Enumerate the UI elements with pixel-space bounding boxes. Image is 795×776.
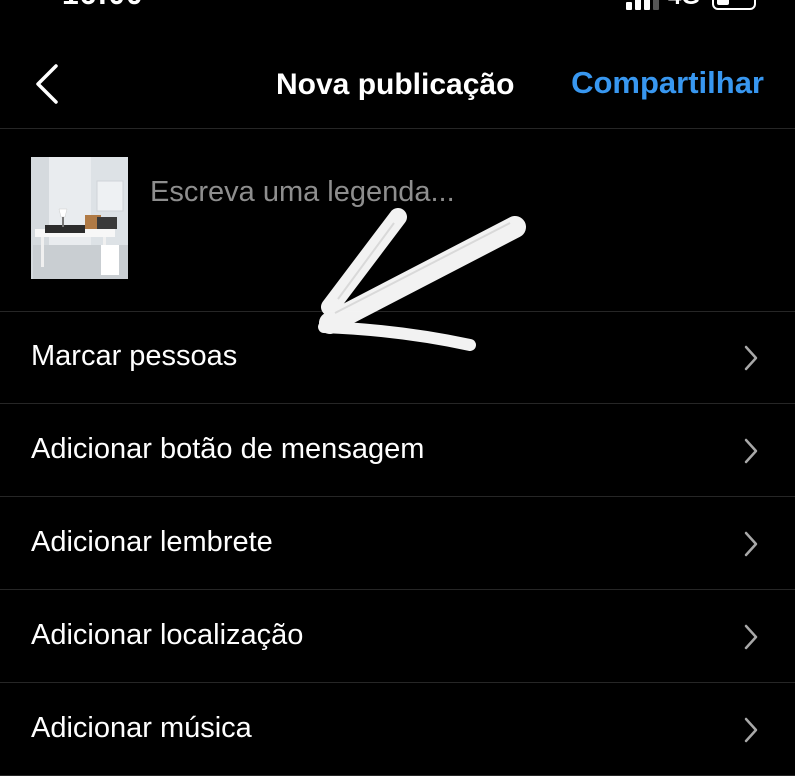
back-chevron-icon (36, 64, 58, 104)
menu-item-label: Adicionar música (31, 712, 252, 744)
menu-item-music[interactable]: Adicionar música (0, 683, 795, 776)
status-bar: 16:00 4G (0, 0, 795, 18)
caption-area (0, 128, 795, 312)
network-type: 4G (668, 0, 700, 11)
menu-item-label: Adicionar botão de mensagem (31, 433, 425, 465)
chevron-right-icon (744, 624, 758, 650)
status-time: 16:00 (62, 0, 144, 12)
menu-item-label: Marcar pessoas (31, 340, 238, 372)
options-menu: Marcar pessoas Adicionar botão de mensag… (0, 311, 795, 776)
menu-item-message-button[interactable]: Adicionar botão de mensagem (0, 404, 795, 497)
caption-input[interactable] (150, 172, 750, 212)
share-button[interactable]: Compartilhar (571, 65, 764, 101)
chevron-right-icon (744, 345, 758, 371)
chevron-right-icon (744, 531, 758, 557)
back-button[interactable] (28, 60, 68, 108)
chevron-right-icon (744, 717, 758, 743)
battery-icon (712, 0, 756, 10)
signal-icon (626, 0, 659, 10)
menu-item-label: Adicionar localização (31, 619, 304, 651)
menu-item-location[interactable]: Adicionar localização (0, 590, 795, 683)
page-title: Nova publicação (276, 68, 515, 101)
post-thumbnail[interactable] (31, 157, 128, 279)
header: Nova publicação Compartilhar (0, 40, 795, 129)
chevron-right-icon (744, 438, 758, 464)
menu-item-tag-people[interactable]: Marcar pessoas (0, 311, 795, 404)
menu-item-reminder[interactable]: Adicionar lembrete (0, 497, 795, 590)
menu-item-label: Adicionar lembrete (31, 526, 273, 558)
